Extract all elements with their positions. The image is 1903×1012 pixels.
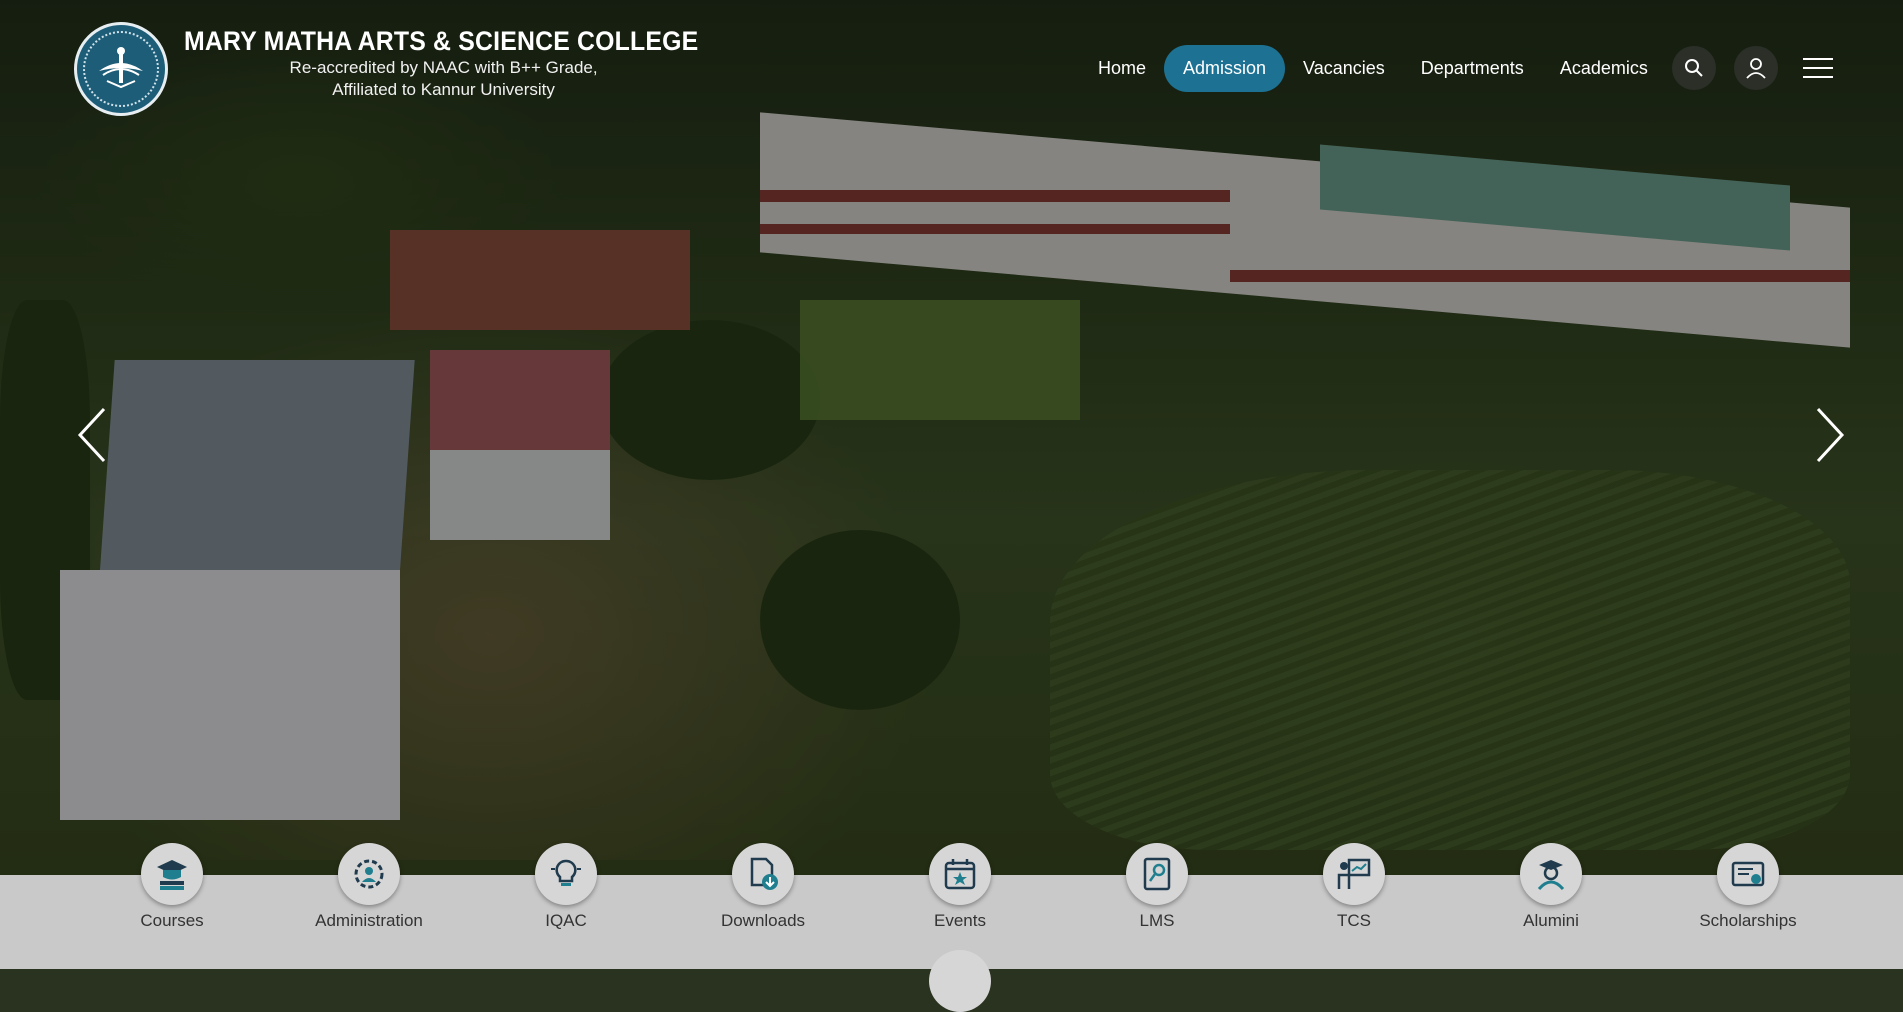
site-logo[interactable]: MARY MATHA ARTS & SCIENCE COLLEGE Re-acc… [74, 22, 743, 116]
search-icon[interactable] [1672, 46, 1716, 90]
nav-vacancies[interactable]: Vacancies [1285, 46, 1403, 91]
quicklink-label: Events [934, 911, 986, 930]
courses-icon [141, 843, 203, 905]
quicklink-label: LMS [1139, 911, 1175, 930]
accreditation-text: Re-accredited by NAAC with B++ Grade, [289, 58, 598, 77]
quicklink-scholarships[interactable]: Scholarships [1668, 843, 1828, 931]
quicklink-label: Downloads [720, 911, 806, 930]
alumni-icon [1520, 843, 1582, 905]
nav-admission[interactable]: Admission [1164, 44, 1286, 92]
lms-icon [1126, 843, 1188, 905]
downloads-icon [732, 843, 794, 905]
quicklink-downloads[interactable]: Downloads [683, 843, 843, 931]
tcs-icon [1323, 843, 1385, 905]
main-nav: Home Admission Vacancies Departments Aca… [1080, 44, 1666, 92]
quicklink-alumni[interactable]: Alumini [1471, 843, 1631, 931]
iqac-icon [535, 843, 597, 905]
quicklink-events[interactable]: Events [880, 843, 1040, 931]
partial-quicklink-circle[interactable] [929, 950, 991, 1012]
college-name: MARY MATHA ARTS & SCIENCE COLLEGE [184, 26, 699, 56]
quicklink-courses[interactable]: Courses [92, 843, 252, 931]
affiliation-text: Affiliated to Kannur University [332, 80, 555, 99]
quicklink-iqac[interactable]: IQAC [486, 843, 646, 931]
chevron-left-icon[interactable] [74, 405, 114, 465]
chevron-right-icon[interactable] [1808, 405, 1848, 465]
administration-icon [338, 843, 400, 905]
nav-home[interactable]: Home [1080, 46, 1164, 91]
scholarships-icon [1717, 843, 1779, 905]
nav-icon-group [1672, 46, 1840, 90]
quicklink-label: Alumini [1523, 911, 1579, 930]
college-emblem-icon [74, 22, 168, 116]
quicklink-label: Scholarships [1699, 911, 1797, 930]
quicklink-administration[interactable]: Administration [289, 843, 449, 931]
user-icon[interactable] [1734, 46, 1778, 90]
nav-departments[interactable]: Departments [1403, 46, 1542, 91]
quicklink-tcs[interactable]: TCS [1274, 843, 1434, 931]
quicklink-label: Courses [140, 911, 204, 930]
quicklink-label: Administration [315, 911, 423, 930]
nav-academics[interactable]: Academics [1542, 46, 1666, 91]
quicklink-lms[interactable]: LMS [1077, 843, 1237, 931]
menu-icon[interactable] [1796, 46, 1840, 90]
hero-image [0, 0, 1903, 875]
quicklink-label: TCS [1337, 911, 1371, 930]
events-icon [929, 843, 991, 905]
quicklink-label: IQAC [545, 911, 587, 930]
